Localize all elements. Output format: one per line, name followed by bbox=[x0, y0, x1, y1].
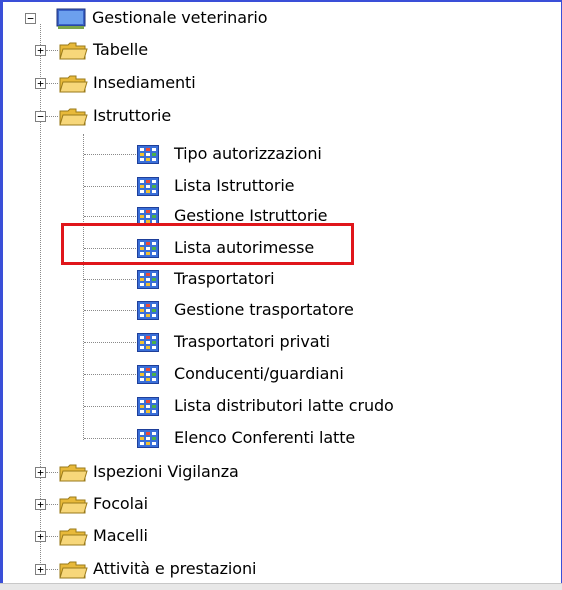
grid-form-icon bbox=[137, 270, 159, 289]
navigation-tree: − Gestionale veterinario + Tabelle + Ins… bbox=[0, 0, 562, 590]
tree-folder-label: Macelli bbox=[93, 526, 148, 545]
tree-folder-label: Tabelle bbox=[93, 40, 148, 59]
tree-item-label: Tipo autorizzazioni bbox=[174, 144, 322, 163]
tree-item-label: Trasportatori bbox=[174, 269, 275, 288]
grid-form-icon bbox=[137, 397, 159, 416]
computer-icon bbox=[56, 8, 86, 29]
folder-icon bbox=[59, 528, 88, 546]
bottom-scrollbar-edge bbox=[0, 583, 562, 590]
tree-item-label: Gestione trasportatore bbox=[174, 300, 354, 319]
folder-icon bbox=[59, 561, 88, 579]
open-folder-icon bbox=[59, 108, 88, 126]
folder-icon bbox=[59, 464, 88, 482]
expand-toggle[interactable]: + bbox=[35, 499, 46, 510]
grid-form-icon bbox=[137, 429, 159, 448]
highlight-box bbox=[61, 223, 354, 265]
grid-form-icon bbox=[137, 177, 159, 196]
tree-item-label: Lista distributori latte crudo bbox=[174, 396, 394, 415]
expand-toggle[interactable]: + bbox=[35, 467, 46, 478]
tree-connector bbox=[40, 24, 41, 569]
expand-toggle[interactable]: + bbox=[35, 531, 46, 542]
tree-folder-label: Istruttorie bbox=[93, 106, 172, 125]
expand-toggle[interactable]: + bbox=[35, 45, 46, 56]
folder-icon bbox=[59, 496, 88, 514]
grid-form-icon bbox=[137, 365, 159, 384]
tree-folder-label: Focolai bbox=[93, 494, 149, 513]
grid-form-icon bbox=[137, 145, 159, 164]
tree-item-label: Conducenti/guardiani bbox=[174, 364, 344, 383]
tree-root-label: Gestionale veterinario bbox=[92, 8, 268, 27]
tree-connector bbox=[83, 134, 84, 440]
tree-folder-label: Insediamenti bbox=[93, 73, 196, 92]
collapse-toggle[interactable]: − bbox=[25, 13, 36, 24]
tree-folder-label: Ispezioni Vigilanza bbox=[93, 462, 239, 481]
folder-icon bbox=[59, 42, 88, 60]
grid-form-icon bbox=[137, 301, 159, 320]
folder-icon bbox=[59, 75, 88, 93]
tree-item-label: Lista Istruttorie bbox=[174, 176, 295, 195]
grid-form-icon bbox=[137, 333, 159, 352]
tree-folder-label: Attività e prestazioni bbox=[93, 559, 257, 578]
collapse-toggle[interactable]: − bbox=[35, 111, 46, 122]
tree-item-label: Elenco Conferenti latte bbox=[174, 428, 356, 447]
expand-toggle[interactable]: + bbox=[35, 78, 46, 89]
expand-toggle[interactable]: + bbox=[35, 564, 46, 575]
tree-item-label: Trasportatori privati bbox=[174, 332, 330, 351]
